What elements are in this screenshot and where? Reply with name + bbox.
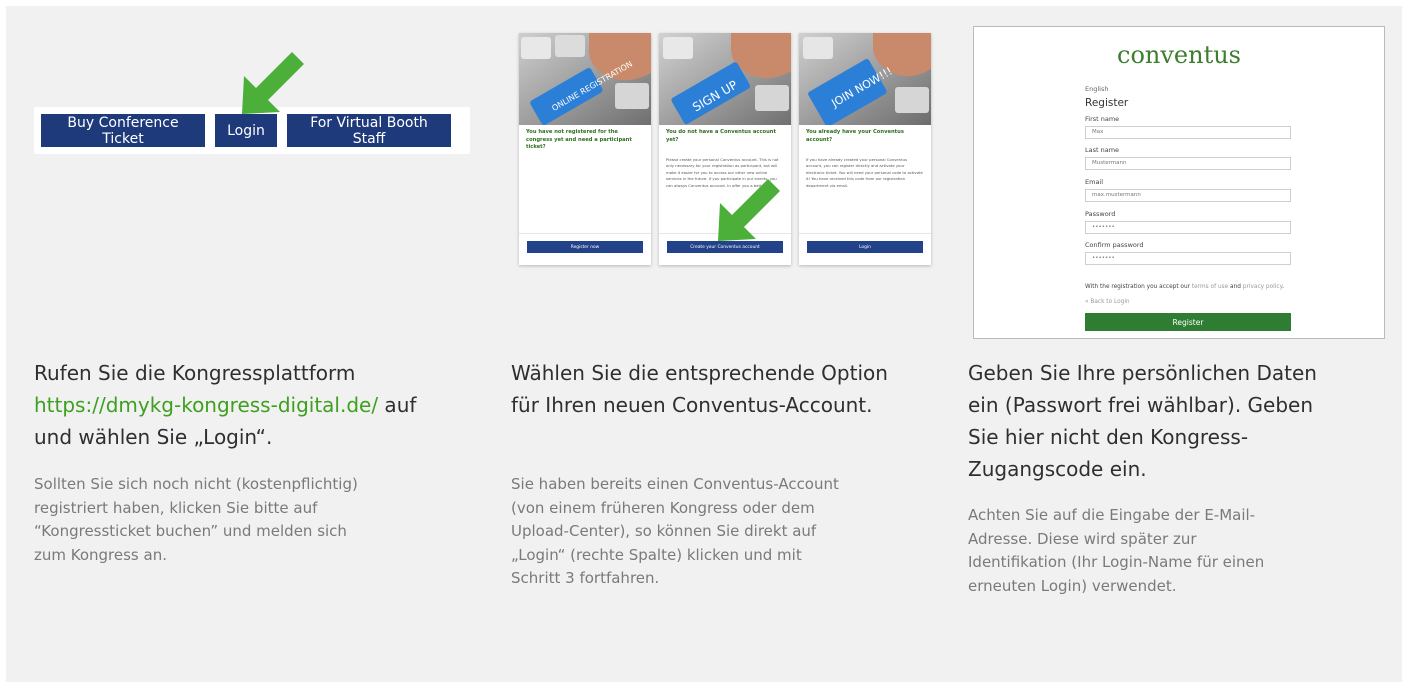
terms-text: With the registration you accept our [1085,284,1192,290]
step-2-desc-line: „Login“ (rechte Spalte) klicken und mit [511,545,802,564]
step-1-heading-line: Rufen Sie die Kongressplattform [34,361,356,385]
confirm-password-label: Confirm password [1085,241,1144,249]
step-2-description: Sie haben bereits einen Conventus-Accoun… [511,473,839,591]
step-3-heading-line: Zugangscode ein. [968,457,1147,481]
card-title: You already have your Conventus account? [806,129,904,143]
pointer-arrow-icon [718,179,780,241]
register-title: Register [1085,97,1129,109]
step-1-description: Sollten Sie sich noch nicht (kostenpflic… [34,473,358,567]
conventus-logo: conventus [1117,41,1241,69]
keyboard-photo: ONLINE REGISTRATION [519,33,651,125]
step-3-heading-line: Geben Sie Ihre persönlichen Daten [968,361,1317,385]
step-2-heading: Wählen Sie die entsprechende Option für … [511,357,888,421]
step-1-heading: Rufen Sie die Kongressplattform https://… [34,357,416,453]
language-link[interactable]: English [1085,85,1108,93]
card-login-button[interactable]: Login [807,241,923,253]
email-field[interactable]: max.mustermann [1085,189,1291,202]
register-form-screenshot: conventus English Register First name Ma… [973,26,1385,339]
option-card-login: JOIN NOW!!! You already have your Conven… [799,33,931,265]
card-divider [799,233,931,234]
account-option-cards: ONLINE REGISTRATION You have not registe… [511,33,941,267]
card-title: You have not registered for the congress… [526,129,632,151]
step-3-description: Achten Sie auf die Eingabe der E-Mail- A… [968,504,1264,598]
terms-text: . [1282,284,1285,290]
login-button[interactable]: Login [215,114,277,147]
keyboard-photo: SIGN UP [659,33,791,125]
step-2-desc-line: Sie haben bereits einen Conventus-Accoun… [511,475,839,493]
step-1-desc-line: Sollten Sie sich noch nicht (kostenpflic… [34,475,358,493]
terms-of-use-link[interactable]: terms of use [1192,284,1228,290]
first-name-label: First name [1085,115,1120,123]
last-name-label: Last name [1085,146,1120,154]
first-name-field[interactable]: Max [1085,126,1291,139]
card-divider [519,233,651,234]
terms-notice: With the registration you accept our ter… [1085,284,1284,290]
card-title: You do not have a Conventus account yet? [666,129,776,143]
privacy-policy-link[interactable]: privacy policy [1243,284,1282,290]
step-1-heading-line: auf [378,393,417,417]
last-name-field[interactable]: Mustermann [1085,157,1291,170]
buy-conference-ticket-button[interactable]: Buy Conference Ticket [41,114,205,147]
terms-text: and [1228,284,1243,290]
option-card-register: ONLINE REGISTRATION You have not registe… [519,33,651,265]
step-2-heading-line: Wählen Sie die entsprechende Option [511,361,888,385]
step-3-heading: Geben Sie Ihre persönlichen Daten ein (P… [968,357,1317,485]
step-3-desc-line: erneuten Login) verwendet. [968,576,1177,595]
step-3-desc-line: Identifikation (Ihr Login-Name für einen [968,553,1265,571]
step-2-heading-line: für Ihren neuen Conventus-Account. [511,393,873,417]
keyboard-photo: JOIN NOW!!! [799,33,931,125]
step-3-desc-line: Achten Sie auf die Eingabe der E-Mail- [968,506,1256,524]
password-label: Password [1085,210,1116,218]
step-2-desc-line: (von einem früheren Kongress oder dem [511,498,815,517]
register-now-button[interactable]: Register now [527,241,643,253]
back-to-login-link[interactable]: « Back to Login [1085,299,1130,305]
email-label: Email [1085,178,1104,186]
step-1-heading-line: und wählen Sie „Login“. [34,425,273,449]
step-2-desc-line: Schritt 3 fortfahren. [511,569,660,587]
step-3-heading-line: Sie hier nicht den Kongress- [968,425,1249,449]
card-text: If you have already created your persona… [806,157,923,188]
step-3-desc-line: Adresse. Diese wird später zur [968,529,1197,548]
step-3-heading-line: ein (Passwort frei wählbar). Geben [968,393,1314,417]
step-1-desc-line: registriert haben, klicken Sie bitte auf [34,498,318,517]
pointer-arrow-icon [242,52,304,114]
confirm-password-field[interactable]: ••••••• [1085,252,1291,265]
step-2-desc-line: Upload-Center), so können Sie direkt auf [511,522,817,540]
password-field[interactable]: ••••••• [1085,221,1291,234]
step-1-desc-line: “Kongressticket buchen” und melden sich [34,522,347,540]
register-button[interactable]: Register [1085,313,1291,331]
virtual-booth-staff-button[interactable]: For Virtual Booth Staff [287,114,451,147]
platform-url-link[interactable]: https://dmykg-kongress-digital.de/ [34,393,378,417]
step-1-desc-line: zum Kongress an. [34,545,167,564]
page-background: Buy Conference Ticket Login For Virtual … [6,6,1402,682]
